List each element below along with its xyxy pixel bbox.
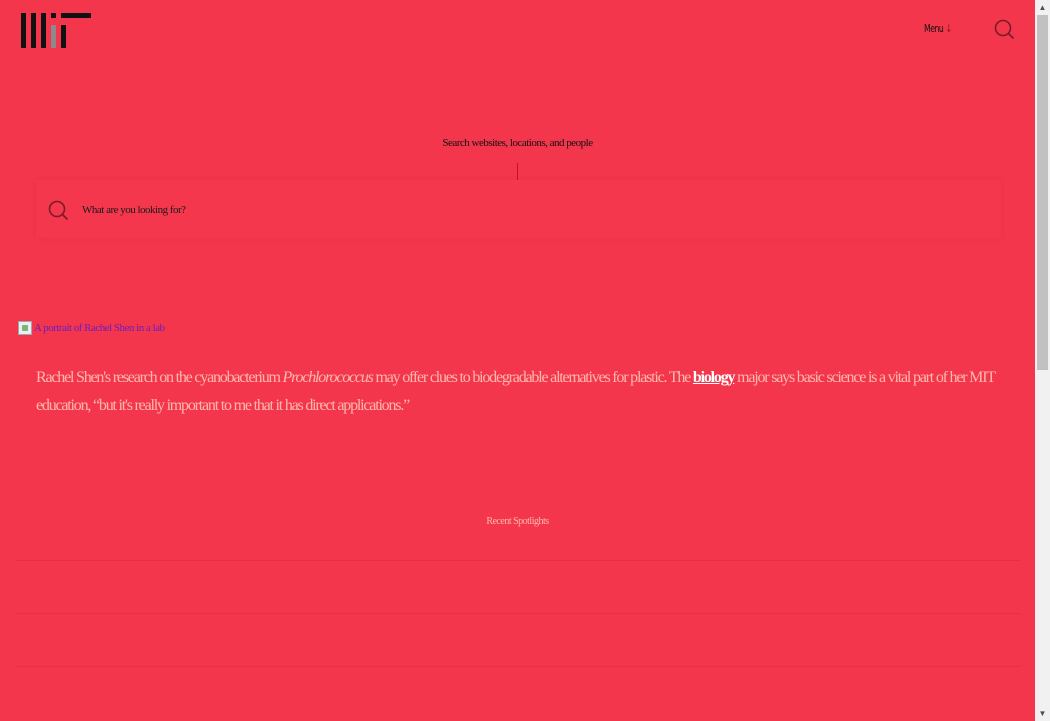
search-input[interactable]: [80, 198, 964, 222]
scrollbar-thumb[interactable]: [1037, 15, 1048, 370]
search-icon: [48, 200, 69, 221]
recent-spotlights-heading: Recent Spotlights: [486, 516, 549, 527]
menu-label: Menu: [924, 22, 944, 35]
caption-text-2: may offer clues to biodegradable alterna…: [372, 369, 693, 386]
down-arrow-icon: ↓: [945, 22, 952, 35]
mit-logo[interactable]: [21, 13, 91, 48]
list-divider: [16, 613, 1020, 614]
biology-link[interactable]: biology: [693, 369, 736, 386]
search-heading: Search websites, locations, and people: [442, 137, 593, 149]
caption-text-1: Rachel Shen's research on the cyanobacte…: [36, 369, 283, 386]
scroll-up-icon[interactable]: ▲: [1035, 0, 1050, 15]
list-divider: [16, 560, 1020, 561]
search-box: [36, 180, 1001, 238]
spotlight-image-alt: A portrait of Rachel Shen in a lab: [34, 322, 165, 334]
vertical-scrollbar[interactable]: ▲ ▼: [1035, 0, 1050, 721]
spotlight-caption: Rachel Shen's research on the cyanobacte…: [36, 364, 1001, 420]
caption-italic: Prochlorococcus: [282, 369, 374, 386]
menu-button[interactable]: Menu ↓: [924, 22, 952, 35]
heading-divider: [517, 163, 518, 180]
scroll-down-icon[interactable]: ▼: [1035, 706, 1050, 721]
list-divider: [16, 666, 1020, 667]
spotlight-image[interactable]: A portrait of Rachel Shen in a lab: [18, 321, 165, 335]
search-icon[interactable]: [993, 19, 1015, 41]
broken-image-icon: [18, 321, 32, 335]
page: Menu ↓ Search websites, locations, and pe…: [0, 0, 1035, 721]
